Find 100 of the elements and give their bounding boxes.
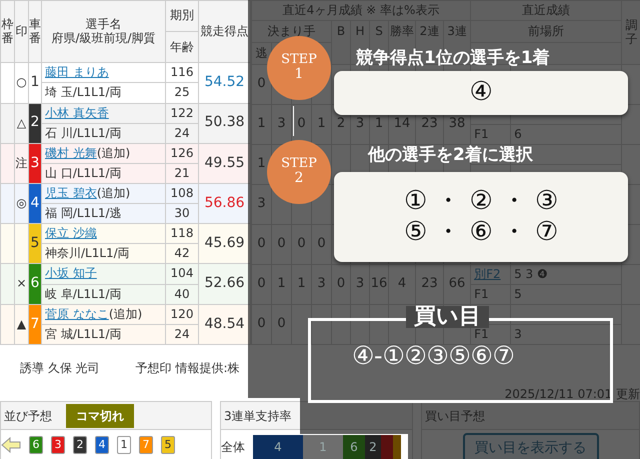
stat-value: 1 (257, 116, 266, 132)
entry-note: (追加) (96, 146, 130, 160)
panel-title: 3連単支持率 (224, 408, 292, 424)
step-title: 他の選手を2着に選択 (368, 144, 533, 167)
stat-value: 3 (356, 116, 364, 132)
score-value: 54.52 (204, 74, 245, 90)
racer-profile: 宮 城/L1L1/両 (45, 326, 122, 341)
stat-value: 0 (336, 276, 346, 292)
racer-name-link[interactable]: 磯村 光舞 (45, 146, 97, 160)
info-credit-text: 予想印 情報提供:株 (136, 360, 240, 377)
car-number-tag: 7 (139, 436, 153, 454)
panel-title: 買い目予想 (425, 408, 485, 424)
race-results: 3 (514, 326, 522, 341)
racer-name-link[interactable]: 菅原 ななこ (45, 306, 109, 321)
score-value: 56.86 (204, 194, 245, 211)
car-number-tag: 5 (161, 436, 175, 454)
stat-value: 0 (257, 76, 266, 92)
step-badge: STEP 2 (267, 140, 331, 204)
column-header: 調子 (626, 19, 638, 46)
column-header: 枠番 (2, 18, 14, 45)
race-results: 6 (514, 126, 522, 141)
score-value: 50.38 (204, 114, 245, 130)
race-results: 5 (514, 286, 522, 301)
stat-value: 1 (317, 116, 326, 132)
race-results: 5 3 ❹ (514, 266, 548, 281)
stat-value: 23 (421, 276, 438, 292)
guide-rider-text: 誘導 久保 光司 (20, 360, 100, 377)
column-header: 勝率 (390, 24, 414, 38)
prediction-mark: △ (16, 116, 26, 130)
stat-value: 23 (421, 116, 438, 132)
term-number: 120 (170, 306, 194, 321)
column-header: H (355, 24, 365, 38)
car-number: 2 (30, 114, 40, 130)
answer-card: ④ (334, 71, 628, 115)
prediction-mark: ◎ (16, 196, 27, 210)
stat-value: 1 (257, 156, 266, 172)
car-number-tag: 6 (29, 436, 43, 454)
stat-value: 0 (297, 236, 306, 252)
age-number: 30 (174, 206, 190, 220)
class-label: F1 (474, 326, 489, 341)
class-label: F1 (474, 126, 489, 141)
stat-value: 0 (277, 316, 286, 332)
answer-card: ① ・ ② ・ ③ ⑤ ・ ⑥ ・ ⑦ (334, 172, 628, 262)
column-header: 車番 (29, 18, 41, 45)
bet-combination: ④-①②③⑤⑥⑦ (352, 340, 514, 372)
score-value: 52.66 (204, 275, 245, 292)
term-number: 116 (170, 65, 194, 80)
column-header: 直近成績 (522, 2, 570, 17)
stat-value: 2 (336, 116, 346, 132)
age-number: 24 (174, 126, 190, 140)
racer-profile: 石 川/L1L1/両 (45, 126, 122, 140)
age-number: 24 (174, 326, 190, 341)
term-number: 118 (170, 226, 194, 240)
stat-value: 1 (277, 276, 286, 292)
age-number: 40 (174, 286, 190, 300)
column-header: B (336, 24, 346, 38)
racer-name-link[interactable]: 児玉 碧衣 (45, 186, 97, 200)
stat-value: 0 (297, 116, 306, 132)
column-header: 年齢 (170, 40, 194, 54)
racer-profile: 岐 阜/L1L1/両 (45, 286, 122, 300)
support-label: 全体 (221, 439, 245, 456)
car-number: 4 (30, 194, 40, 211)
term-number: 122 (170, 106, 194, 120)
stat-value: 0 (257, 316, 266, 332)
racer-profile: 神奈川/L1L1/両 (45, 246, 130, 260)
support-segment: 4 (253, 435, 303, 459)
car-number-tag: 2 (73, 436, 87, 454)
panel-title: 並び予想 (4, 408, 52, 424)
stat-value: 0 (317, 236, 326, 252)
stat-value: 66 (448, 276, 466, 292)
stat-value: 0 (257, 236, 266, 252)
term-number: 108 (170, 186, 194, 200)
entry-note: (追加) (108, 306, 142, 321)
stat-value: 14 (394, 116, 410, 132)
stat-value: 0 (277, 236, 286, 252)
column-header: S (375, 24, 383, 38)
car-number-tag: 1 (117, 436, 131, 454)
entry-note: (追加) (96, 186, 130, 200)
car-number: 7 (30, 316, 40, 332)
prediction-mark: × (16, 276, 27, 290)
left-arrow-icon (1, 437, 21, 453)
car-number: 3 (30, 154, 40, 171)
score-value: 45.69 (204, 235, 245, 252)
column-header: 2連 (420, 24, 440, 38)
show-bets-button[interactable]: 買い目を表示する (462, 433, 598, 459)
age-number: 25 (174, 85, 190, 100)
column-header: 直近4ヶ月成績 ※ 率は%表示 (282, 2, 440, 17)
support-segment: 6 (343, 435, 365, 459)
support-segment: 2 (365, 435, 381, 459)
car-number-tag: 3 (51, 436, 65, 454)
racer-profile: 埼 玉/L1L1/両 (45, 85, 122, 100)
score-value: 48.54 (204, 316, 245, 332)
stat-value: 3 (277, 116, 286, 132)
score-value: 49.55 (204, 154, 245, 171)
stat-value: 3 (356, 276, 364, 292)
car-number: 5 (30, 235, 40, 252)
column-header: 前場所 (528, 24, 564, 38)
column-header: 3連 (447, 24, 467, 38)
age-number: 21 (174, 166, 190, 180)
column-subheader: 府県/級班前現/脚質 (50, 32, 157, 45)
